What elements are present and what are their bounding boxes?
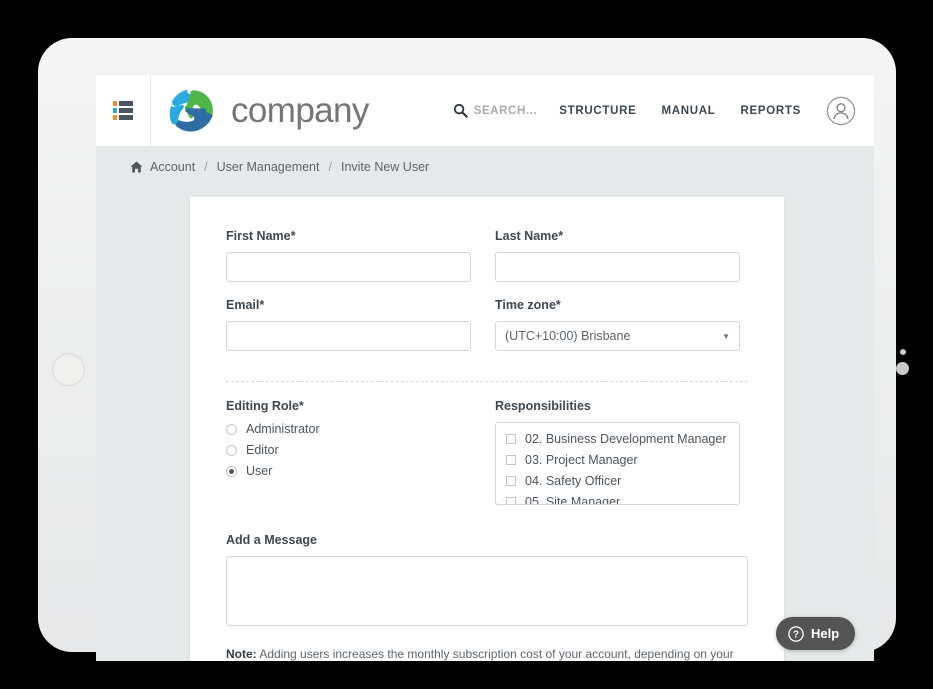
message-field: Add a Message <box>226 533 748 631</box>
breadcrumb-separator: / <box>204 160 208 174</box>
subscription-note: Note: Adding users increases the monthly… <box>226 647 748 661</box>
main-nav: SEARCH... STRUCTURE MANUAL REPORTS <box>453 96 874 126</box>
responsibilities-list[interactable]: 02. Business Development Manager 03. Pro… <box>495 422 740 505</box>
breadcrumb: Account / User Management / Invite New U… <box>96 147 874 187</box>
timezone-select[interactable]: (UTC+10:00) Brisbane ▼ <box>495 321 740 351</box>
home-icon[interactable] <box>130 161 143 173</box>
checkbox-indicator <box>506 455 516 465</box>
last-name-input[interactable] <box>495 252 740 282</box>
timezone-label: Time zone* <box>495 298 561 312</box>
first-name-input[interactable] <box>226 252 471 282</box>
email-input[interactable] <box>226 321 471 351</box>
nav-link-structure[interactable]: STRUCTURE <box>559 105 636 117</box>
responsibilities-label: Responsibilities <box>495 399 591 413</box>
tablet-sensor-icon <box>896 362 909 375</box>
search-button[interactable]: SEARCH... <box>453 103 538 118</box>
help-widget-label: Help <box>811 626 840 641</box>
tablet-home-button[interactable] <box>52 353 85 386</box>
radio-indicator <box>226 423 237 435</box>
radio-indicator-selected <box>226 465 237 477</box>
site-logo[interactable]: company <box>151 86 369 136</box>
note-text: Adding users increases the monthly subsc… <box>259 647 734 661</box>
company-triskelion-logo-icon <box>169 88 213 132</box>
breadcrumb-item-invite-new-user: Invite New User <box>340 160 430 174</box>
name-row: First Name* Last Name* <box>226 229 748 298</box>
site-header: company SEARCH... STRUCTURE MANUAL REPOR… <box>96 75 874 147</box>
checkbox-label: 04. Safety Officer <box>525 474 622 488</box>
checkbox-label: 02. Business Development Manager <box>525 432 727 446</box>
svg-text:?: ? <box>793 629 799 640</box>
radio-indicator <box>226 444 237 456</box>
checkbox-business-development-manager[interactable]: 02. Business Development Manager <box>506 432 729 446</box>
editing-role-field: Editing Role* Administrator Editor User <box>226 399 471 505</box>
radio-administrator[interactable]: Administrator <box>226 422 471 436</box>
section-divider <box>226 381 748 382</box>
search-label: SEARCH... <box>473 104 538 117</box>
checkbox-label: 05. Site Manager <box>525 495 621 505</box>
first-name-label: First Name* <box>226 229 296 243</box>
nav-link-reports[interactable]: REPORTS <box>741 105 802 117</box>
help-widget-button[interactable]: ? Help <box>776 617 856 650</box>
note-prefix: Note: <box>226 647 257 661</box>
browser-viewport: company SEARCH... STRUCTURE MANUAL REPOR… <box>96 75 874 661</box>
checkbox-indicator <box>506 497 516 504</box>
timezone-selected-value: (UTC+10:00) Brisbane <box>505 329 631 343</box>
breadcrumb-item-account[interactable]: Account <box>150 160 195 174</box>
email-field: Email* <box>226 298 471 351</box>
breadcrumb-item-user-management[interactable]: User Management <box>217 160 320 174</box>
question-mark-icon: ? <box>788 625 804 642</box>
logo-wordmark: company <box>231 90 369 130</box>
chevron-down-icon: ▼ <box>722 331 730 341</box>
nav-link-manual[interactable]: MANUAL <box>661 105 715 117</box>
editing-role-label: Editing Role* <box>226 399 304 413</box>
radio-label: Administrator <box>246 422 320 436</box>
menu-toggle-button[interactable] <box>96 75 151 147</box>
breadcrumb-separator: / <box>328 160 332 174</box>
message-textarea[interactable] <box>226 556 748 626</box>
checkbox-indicator <box>506 476 516 486</box>
last-name-label: Last Name* <box>495 229 564 243</box>
first-name-field: First Name* <box>226 229 471 282</box>
invite-user-card: First Name* Last Name* Email* Time zone*… <box>190 197 784 661</box>
radio-label: Editor <box>246 443 279 457</box>
checkbox-safety-officer[interactable]: 04. Safety Officer <box>506 474 729 488</box>
tablet-camera-icon <box>900 349 906 355</box>
checkbox-project-manager[interactable]: 03. Project Manager <box>506 453 729 467</box>
email-timezone-row: Email* Time zone* (UTC+10:00) Brisbane ▼ <box>226 298 748 367</box>
role-responsibilities-row: Editing Role* Administrator Editor User … <box>226 399 748 521</box>
last-name-field: Last Name* <box>495 229 740 282</box>
checkbox-indicator <box>506 434 516 444</box>
user-avatar-icon <box>826 96 856 125</box>
radio-editor[interactable]: Editor <box>226 443 471 457</box>
responsibilities-field: Responsibilities 02. Business Developmen… <box>495 399 740 505</box>
search-icon <box>453 103 468 118</box>
radio-user[interactable]: User <box>226 464 471 478</box>
user-avatar-button[interactable] <box>826 96 856 126</box>
timezone-field: Time zone* (UTC+10:00) Brisbane ▼ <box>495 298 740 351</box>
radio-label: User <box>246 464 273 478</box>
list-icon <box>113 99 133 122</box>
message-label: Add a Message <box>226 533 318 547</box>
checkbox-label: 03. Project Manager <box>525 453 638 467</box>
checkbox-site-manager[interactable]: 05. Site Manager <box>506 495 729 505</box>
email-label: Email* <box>226 298 265 312</box>
